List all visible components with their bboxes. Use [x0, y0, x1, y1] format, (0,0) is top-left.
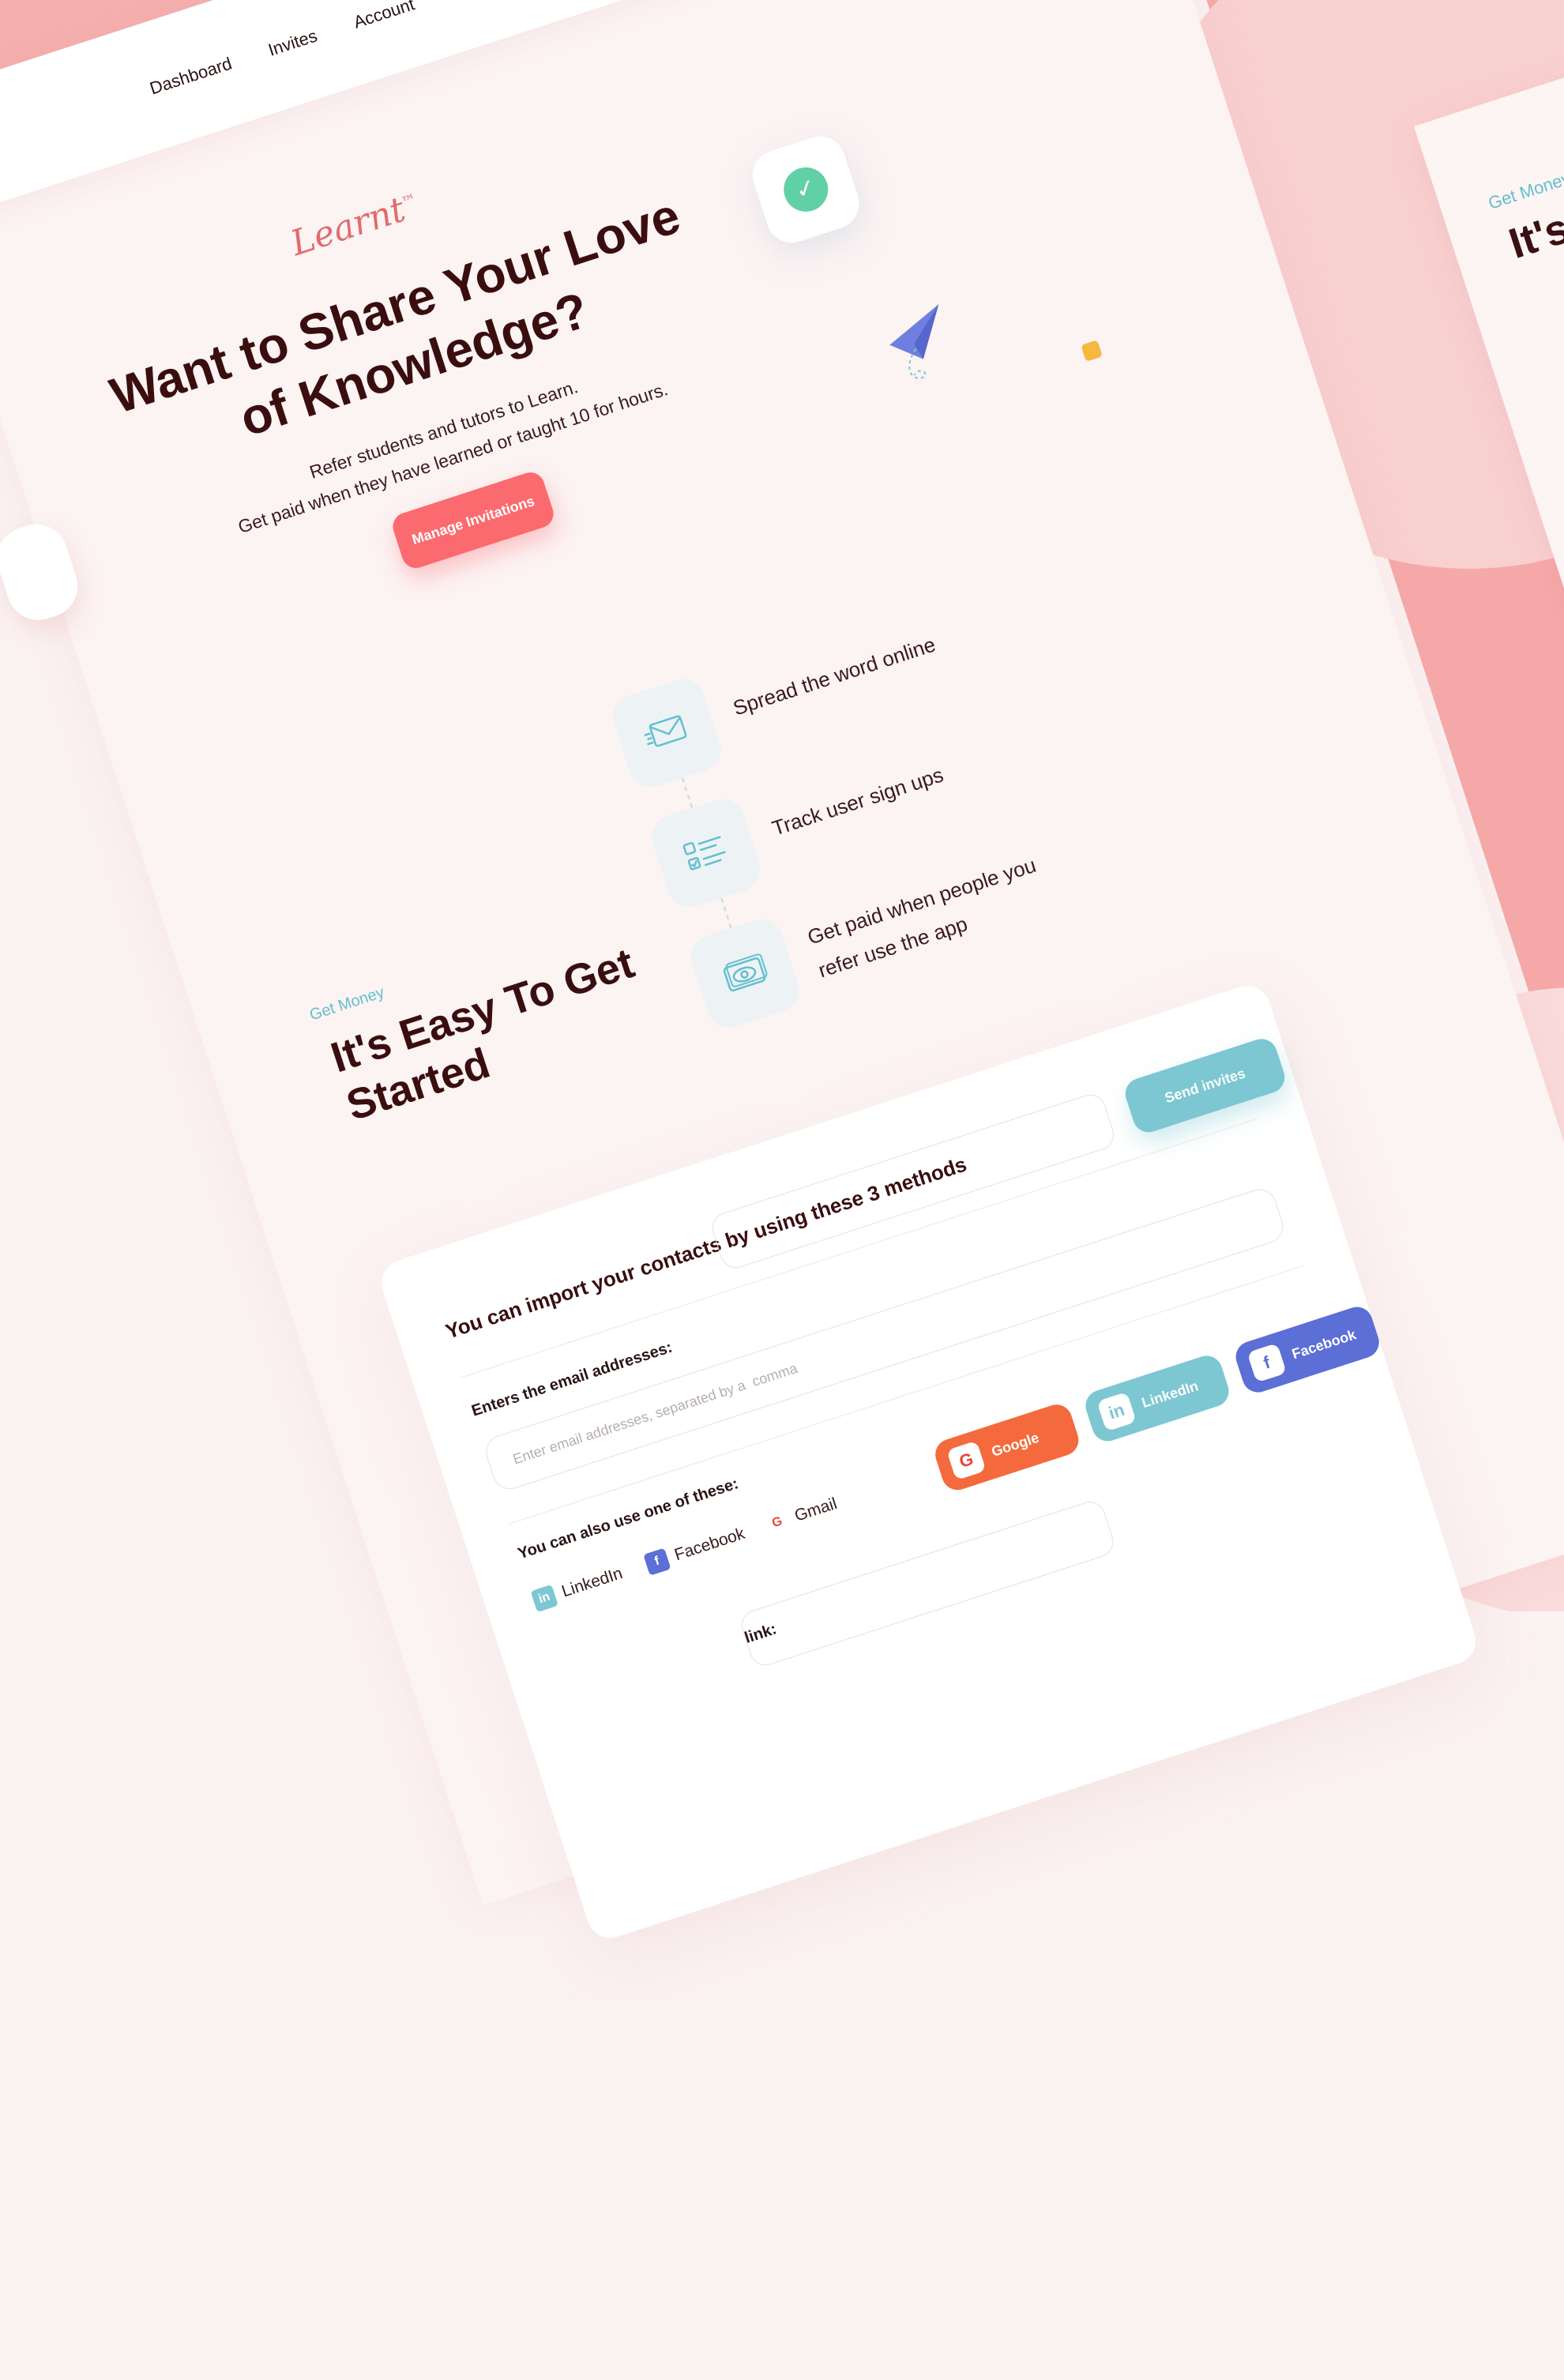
- step-connector: [681, 777, 694, 809]
- check-tile: ✓: [746, 130, 866, 250]
- send-invites-button[interactable]: Send invites: [1121, 1035, 1289, 1137]
- google-icon: G: [763, 1509, 791, 1537]
- money-icon: [723, 953, 768, 992]
- step-spread-text: Spread the word online: [730, 632, 938, 720]
- nav-account[interactable]: Account: [351, 0, 417, 33]
- google-icon: G: [946, 1440, 987, 1481]
- linkedin-button-label: LinkedIn: [1139, 1377, 1201, 1411]
- google-button-label: Google: [989, 1429, 1041, 1460]
- nav-menu: Dashboard Invites Account: [147, 0, 417, 100]
- facebook-icon: f: [1246, 1343, 1288, 1383]
- import-contacts-card: You can import your contacts by using th…: [375, 979, 1482, 1945]
- section-title: It's Easy To Get Started: [325, 939, 640, 1130]
- envelope-icon: [644, 715, 687, 747]
- linkedin-label: LinkedIn: [559, 1564, 625, 1601]
- google-button[interactable]: G Google: [931, 1401, 1083, 1495]
- facebook-icon: f: [643, 1547, 671, 1576]
- facebook-label: Facebook: [672, 1524, 747, 1565]
- learnt-logo: Learnt™: [286, 189, 419, 265]
- gmail-label: Gmail: [792, 1494, 840, 1525]
- step-connector: [720, 897, 732, 929]
- nav-dashboard[interactable]: Dashboard: [147, 54, 234, 100]
- checklist-step-tile: [646, 793, 766, 913]
- money-step-tile: [685, 913, 805, 1033]
- linkedin-link[interactable]: in LinkedIn: [530, 1562, 626, 1613]
- check-icon: ✓: [777, 161, 834, 218]
- gmail-link[interactable]: G Gmail: [763, 1493, 840, 1537]
- yellow-dot-decoration: [1081, 340, 1103, 362]
- email-input[interactable]: [481, 1184, 1288, 1494]
- envelope-step-tile: [607, 673, 727, 793]
- top-input-field[interactable]: [708, 1090, 1118, 1273]
- checklist-icon: [682, 836, 726, 870]
- facebook-button-label: Facebook: [1289, 1325, 1359, 1362]
- linkedin-icon: in: [530, 1584, 558, 1613]
- step-track-text: Track user sign ups: [769, 762, 946, 840]
- linkedin-icon: in: [1096, 1391, 1137, 1432]
- facebook-link[interactable]: f Facebook: [643, 1523, 748, 1576]
- nav-invites[interactable]: Invites: [265, 25, 320, 60]
- paper-plane-icon: [889, 304, 939, 379]
- facebook-button[interactable]: f Facebook: [1231, 1303, 1383, 1397]
- step-paid-text: Get paid when people you refer use the a…: [804, 852, 1040, 983]
- top-nav-bar: Dashboard Invites Account: [0, 0, 1139, 224]
- linkedin-button[interactable]: in LinkedIn: [1081, 1352, 1233, 1446]
